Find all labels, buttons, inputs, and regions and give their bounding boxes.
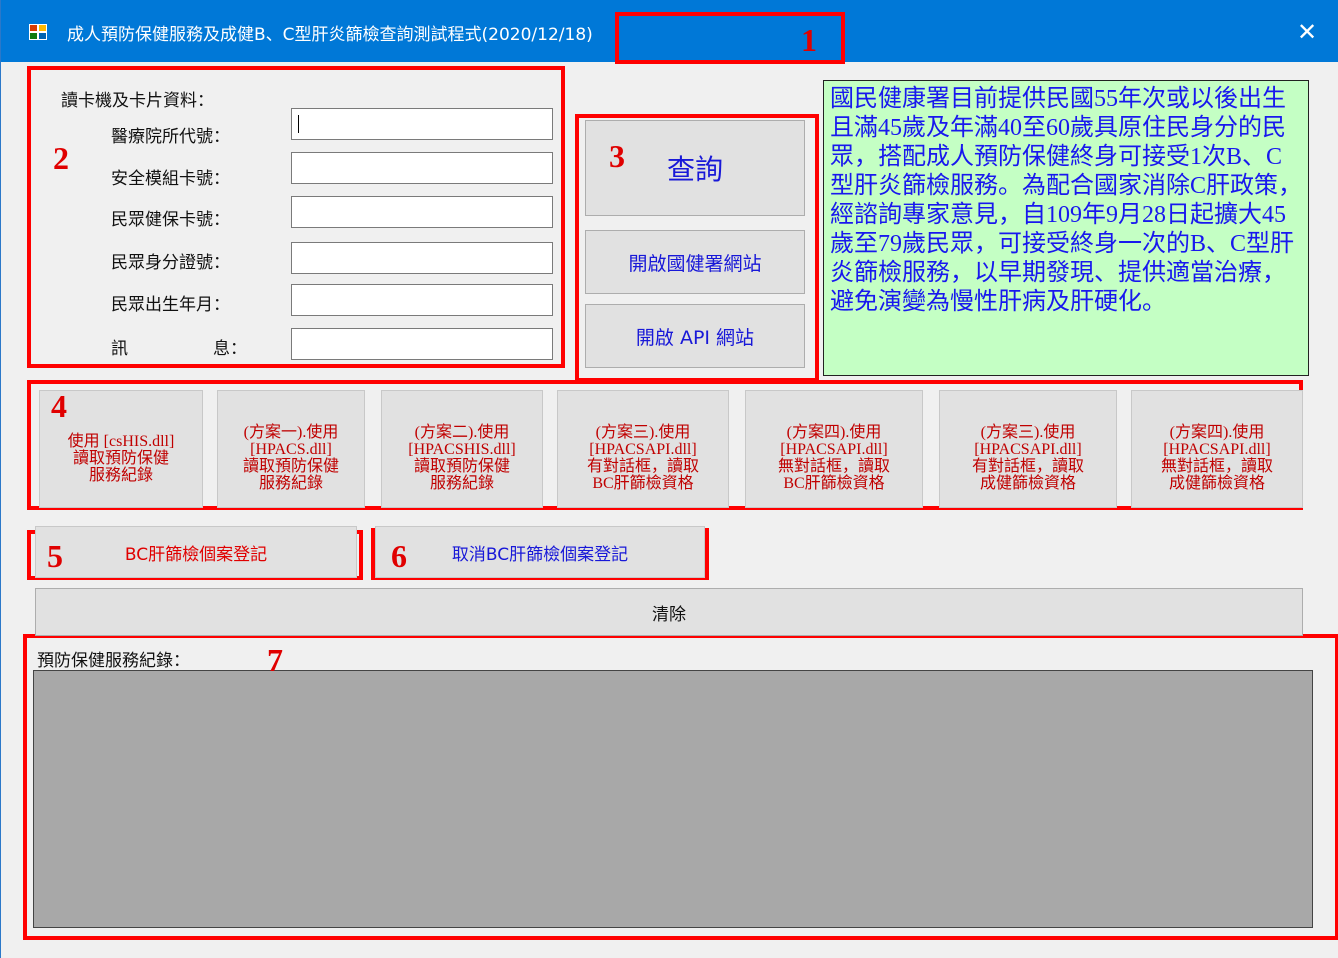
plan1-hpacs-button[interactable]: (方案一).使用 [HPACS.dll] 讀取預防保健 服務紀錄 [217,390,365,508]
sam-card-input[interactable] [291,152,553,184]
app-window: 成人預防保健服務及成健B、C型肝炎篩檢查詢測試程式(2020/12/18) ✕ … [0,0,1338,958]
bc-cancel-register-label: 取消BC肝篩檢個案登記 [451,544,629,565]
info-panel: 國民健康署目前提供民國55年次或以後出生且滿45歲及年滿40至60歲具原住民身分… [823,80,1309,376]
message-label-a: 訊 [111,339,128,359]
text-caret [298,115,299,133]
bc-register-button[interactable]: BC肝篩檢個案登記 [35,526,357,578]
marker-6: 6 [391,538,407,574]
birth-date-label: 民眾出生年月： [111,295,230,315]
birth-date-input[interactable] [291,284,553,316]
clear-button[interactable]: 清除 [35,588,1303,636]
nhi-card-input[interactable] [291,196,553,228]
nhi-card-label: 民眾健保卡號： [111,210,230,230]
marker-2: 2 [53,140,69,176]
marker-5: 5 [47,538,63,574]
hospital-code-input[interactable] [291,108,553,140]
marker-3: 3 [609,138,625,174]
plan4-adult-nodialog-button[interactable]: (方案四).使用 [HPACSAPI.dll] 無對話框，讀取 成健篩檢資格 [1131,390,1303,508]
plan2-hpacshis-button[interactable]: (方案二).使用 [HPACSHIS.dll] 讀取預防保健 服務紀錄 [381,390,543,508]
marker-7: 7 [267,642,283,678]
close-icon[interactable]: ✕ [1283,12,1331,52]
records-output[interactable] [33,670,1313,928]
bc-register-label: BC肝篩檢個案登記 [124,544,268,565]
hospital-code-label: 醫療院所代號： [111,127,230,147]
window-title: 成人預防保健服務及成健B、C型肝炎篩檢查詢測試程式(2020/12/18) [67,25,593,45]
open-hpa-site-button[interactable]: 開啟國健署網站 [585,230,805,294]
marker-1: 1 [801,22,817,58]
app-icon [29,24,47,40]
id-number-input[interactable] [291,242,553,274]
marker-4: 4 [51,388,67,424]
plan3-bc-dialog-button[interactable]: (方案三).使用 [HPACSAPI.dll] 有對話框，讀取 BC肝篩檢資格 [557,390,729,508]
plan4-bc-nodialog-button[interactable]: (方案四).使用 [HPACSAPI.dll] 無對話框，讀取 BC肝篩檢資格 [745,390,923,508]
open-api-site-button[interactable]: 開啟 API 網站 [585,304,805,368]
message-input[interactable] [291,328,553,360]
message-label-b: 息： [213,339,247,359]
sam-card-label: 安全模組卡號： [111,169,230,189]
card-section-heading: 讀卡機及卡片資料： [61,91,214,111]
title-bar: 成人預防保健服務及成健B、C型肝炎篩檢查詢測試程式(2020/12/18) ✕ [1,0,1338,62]
id-number-label: 民眾身分證號： [111,253,230,273]
records-heading: 預防保健服務紀錄： [37,651,190,671]
plan3-adult-dialog-button[interactable]: (方案三).使用 [HPACSAPI.dll] 有對話框，讀取 成健篩檢資格 [939,390,1117,508]
bc-cancel-register-button[interactable]: 取消BC肝篩檢個案登記 [375,526,705,578]
